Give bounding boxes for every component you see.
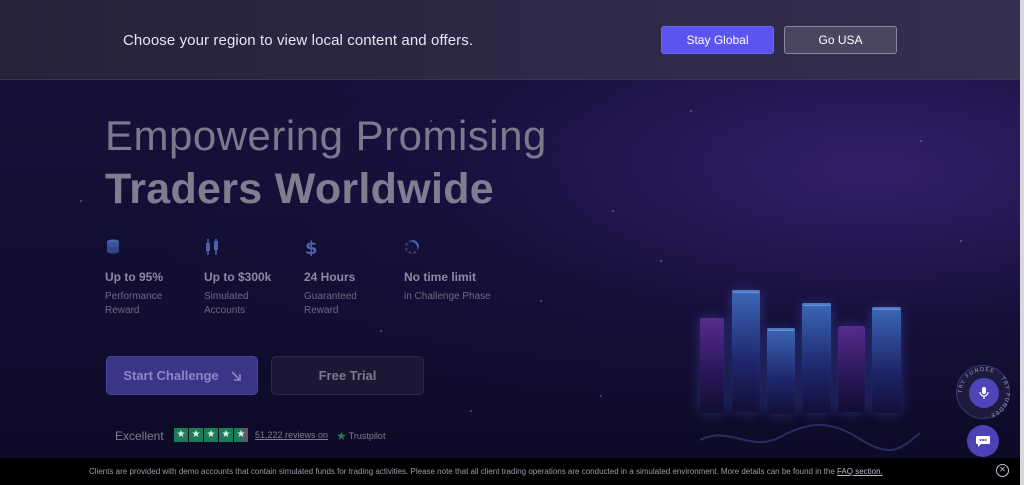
region-banner: Choose your region to view local content… xyxy=(0,0,1020,80)
feature-desc: Reward xyxy=(304,305,339,316)
feature-desc: in Challenge Phase xyxy=(404,291,491,302)
region-message: Choose your region to view local content… xyxy=(123,32,474,49)
disclaimer-footer: Clients are provided with demo accounts … xyxy=(0,458,1020,485)
star-icon: ★ xyxy=(204,428,218,442)
disclaimer-text: Clients are provided with demo accounts … xyxy=(89,467,883,476)
coins-icon xyxy=(107,239,119,254)
trustpilot-rating-text: Excellent xyxy=(115,429,164,443)
star-icon: ★ xyxy=(219,428,233,442)
feature-title: No time limit xyxy=(404,270,477,284)
feature-desc: Accounts xyxy=(204,305,246,316)
feature-title: Up to $300k xyxy=(204,270,272,284)
feature-simulated-accounts: Up to $300k Simulated Accounts xyxy=(204,238,299,318)
trustpilot-stars: ★ ★ ★ ★ ★ xyxy=(174,428,248,442)
feature-desc: Performance xyxy=(105,291,163,302)
hero-heading-line1: Empowering Promising xyxy=(105,112,547,159)
feature-desc: Simulated xyxy=(204,291,249,302)
trustpilot-reviews-link[interactable]: 51,222 reviews on xyxy=(255,430,328,440)
go-usa-button[interactable]: Go USA xyxy=(784,26,897,54)
star-icon: ★ xyxy=(189,428,203,442)
feature-guaranteed-reward: $ 24 Hours Guaranteed Reward xyxy=(304,238,399,318)
microphone-icon xyxy=(979,387,989,399)
voice-assistant-widget[interactable]: TRY FUNDEE · TRY FUNDEE · xyxy=(956,365,1010,419)
half-star-icon: ★ xyxy=(234,428,248,442)
feature-title: Up to 95% xyxy=(105,270,164,284)
feature-no-time-limit: No time limit in Challenge Phase xyxy=(404,238,514,304)
faq-link[interactable]: FAQ section. xyxy=(837,467,883,476)
free-trial-button[interactable]: Free Trial xyxy=(271,356,424,395)
svg-text:$: $ xyxy=(305,238,318,256)
star-icon: ★ xyxy=(174,428,188,442)
voice-button[interactable] xyxy=(969,378,999,408)
disclaimer-body: Clients are provided with demo accounts … xyxy=(89,467,837,476)
trustpilot-star-icon: ★ xyxy=(336,429,347,443)
chat-icon xyxy=(976,436,990,447)
feature-desc: Guaranteed xyxy=(304,291,357,302)
chat-widget-button[interactable] xyxy=(967,425,999,457)
stay-global-button[interactable]: Stay Global xyxy=(661,26,774,54)
arrow-down-right-icon xyxy=(231,370,241,381)
close-icon[interactable]: ✕ xyxy=(996,464,1009,477)
scrollbar[interactable] xyxy=(1020,0,1024,485)
start-challenge-label: Start Challenge xyxy=(123,368,219,383)
trustpilot-brand-text: Trustpilot xyxy=(348,431,386,441)
trustpilot-logo[interactable]: ★ Trustpilot xyxy=(336,429,385,443)
dollar-icon: $ xyxy=(305,238,318,256)
feature-desc: Reward xyxy=(105,305,140,316)
loader-icon xyxy=(405,240,419,254)
feature-performance-reward: Up to 95% Performance Reward xyxy=(105,238,200,318)
start-challenge-button[interactable]: Start Challenge xyxy=(106,356,258,395)
feature-title: 24 Hours xyxy=(304,270,356,284)
hero-heading-line2: Traders Worldwide xyxy=(105,165,495,213)
candlestick-icon xyxy=(206,239,218,255)
